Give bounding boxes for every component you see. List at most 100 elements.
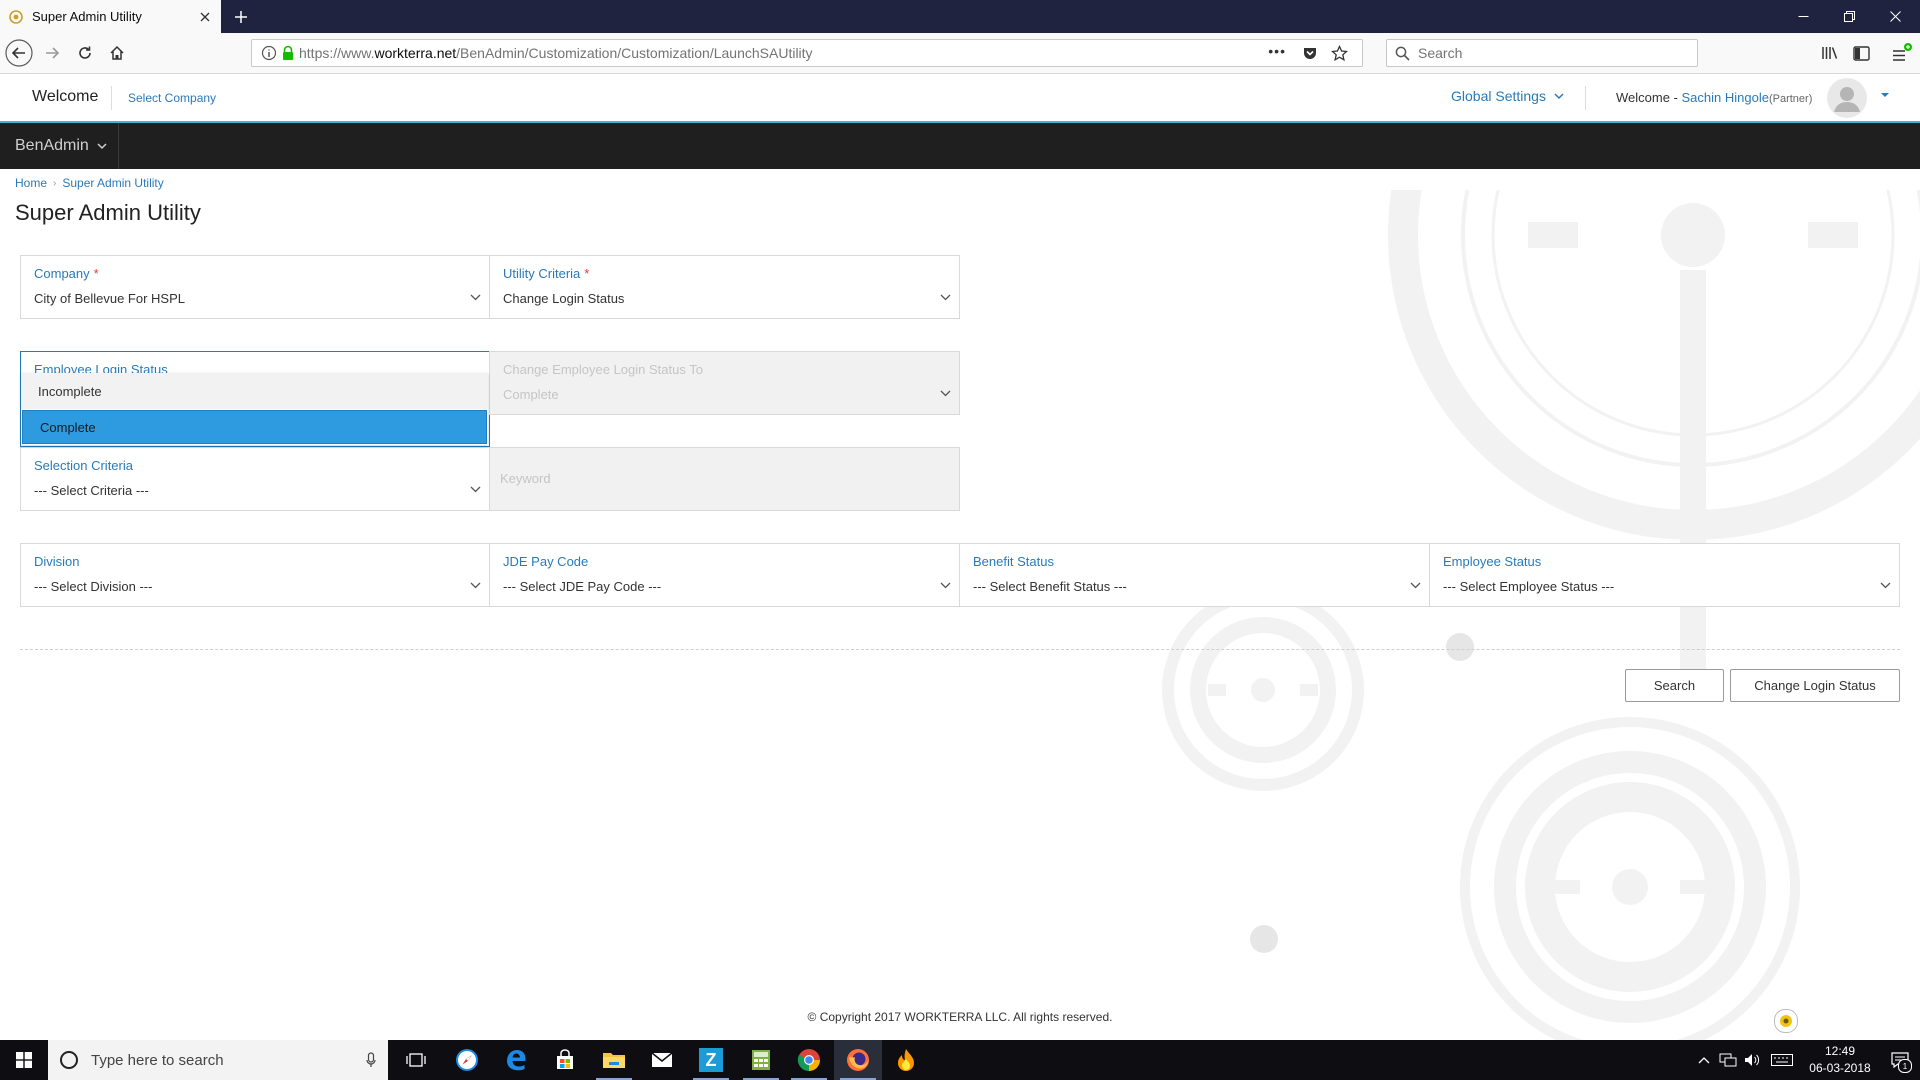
division-value: --- Select Division ---	[34, 579, 153, 594]
change-login-status-to-select: Change Employee Login Status To Complete	[489, 351, 960, 415]
user-menu-caret-icon[interactable]	[1880, 92, 1890, 98]
edge-browser-icon[interactable]	[492, 1040, 540, 1080]
breadcrumb-current-link[interactable]: Super Admin Utility	[62, 176, 163, 190]
search-icon	[1395, 46, 1410, 61]
search-button[interactable]: Search	[1625, 669, 1724, 702]
change-login-status-to-value: Complete	[503, 387, 559, 402]
chevron-down-icon	[940, 294, 951, 301]
z-app-icon[interactable]: Z	[687, 1040, 735, 1080]
user-name-link[interactable]: Sachin Hingole	[1682, 90, 1769, 105]
welcome-prefix: Welcome -	[1616, 90, 1678, 105]
window-close-icon[interactable]	[1872, 0, 1918, 33]
taskbar-clock[interactable]: 12:49 06-03-2018	[1800, 1043, 1880, 1077]
user-role: (Partner)	[1768, 93, 1813, 105]
mail-icon[interactable]	[638, 1040, 686, 1080]
change-login-status-to-label: Change Employee Login Status To	[503, 362, 703, 377]
windows-taskbar: Z 12:49 06-03-2018 1	[0, 1040, 1920, 1080]
avatar[interactable]	[1827, 78, 1867, 118]
company-select[interactable]: Company * City of Bellevue For HSPL	[20, 255, 490, 319]
taskbar-search-box[interactable]	[48, 1040, 388, 1080]
division-select[interactable]: Division --- Select Division ---	[20, 543, 490, 607]
selection-criteria-select[interactable]: Selection Criteria --- Select Criteria -…	[20, 447, 490, 511]
company-label: Company *	[34, 266, 99, 281]
login-status-option-incomplete[interactable]: Incomplete	[21, 373, 488, 409]
employee-status-select[interactable]: Employee Status --- Select Employee Stat…	[1429, 543, 1900, 607]
notification-center-icon[interactable]: 1	[1880, 1040, 1920, 1080]
url-path: /BenAdmin/Customization/Customization/La…	[456, 45, 813, 61]
chevron-down-icon	[940, 582, 951, 589]
chevron-down-icon	[97, 142, 107, 150]
site-info-icon[interactable]	[261, 45, 277, 61]
microphone-icon[interactable]	[366, 1052, 376, 1068]
forward-arrow-icon[interactable]	[37, 38, 67, 68]
selection-criteria-label: Selection Criteria	[34, 458, 133, 473]
chevron-down-icon	[470, 294, 481, 301]
login-status-option-complete[interactable]: Complete	[22, 410, 487, 444]
page-actions-menu-icon[interactable]: •••	[1268, 43, 1286, 59]
bookmark-star-icon[interactable]	[1331, 45, 1348, 62]
keyword-field[interactable]	[489, 447, 960, 511]
jde-pay-code-value: --- Select JDE Pay Code ---	[503, 579, 662, 594]
windows-start-icon[interactable]	[0, 1040, 48, 1080]
flame-app-icon[interactable]	[882, 1040, 930, 1080]
tab-close-icon[interactable]	[193, 5, 217, 29]
volume-icon[interactable]	[1740, 1040, 1764, 1080]
chat-badge-icon[interactable]	[1774, 1009, 1798, 1033]
division-label: Division	[34, 554, 80, 569]
url-prefix: https://www.	[299, 45, 375, 61]
chevron-down-icon	[1554, 92, 1564, 100]
chevron-down-icon	[1410, 582, 1421, 589]
section-divider	[20, 649, 1900, 650]
company-value: City of Bellevue For HSPL	[34, 291, 186, 306]
home-icon[interactable]	[102, 38, 132, 68]
network-icon[interactable]	[1716, 1040, 1740, 1080]
browser-tab-active[interactable]: Super Admin Utility	[0, 0, 221, 33]
site-favicon-icon	[9, 9, 23, 24]
notification-count-badge: 1	[1898, 1059, 1912, 1073]
chrome-browser-icon[interactable]	[785, 1040, 833, 1080]
select-company-link[interactable]: Select Company	[128, 91, 216, 105]
browser-search-input[interactable]	[1416, 44, 1680, 62]
employee-status-value: --- Select Employee Status ---	[1443, 579, 1615, 594]
utility-criteria-select[interactable]: Utility Criteria * Change Login Status	[489, 255, 960, 319]
breadcrumb-home-link[interactable]: Home	[15, 176, 47, 190]
library-icon[interactable]	[1816, 39, 1844, 67]
reload-icon[interactable]	[70, 38, 100, 68]
benefit-status-select[interactable]: Benefit Status --- Select Benefit Status…	[959, 543, 1430, 607]
calculator-app-icon[interactable]	[737, 1040, 785, 1080]
new-tab-plus-icon[interactable]	[228, 4, 254, 30]
jde-pay-code-select[interactable]: JDE Pay Code --- Select JDE Pay Code ---	[489, 543, 960, 607]
taskbar-search-input[interactable]	[89, 1050, 363, 1070]
browser-tabbar: Super Admin Utility	[0, 0, 1920, 33]
chevron-up-icon[interactable]	[1692, 1040, 1716, 1080]
window-restore-icon[interactable]	[1826, 0, 1872, 33]
company-label-text: Company	[34, 266, 90, 281]
task-view-icon[interactable]	[392, 1040, 440, 1080]
hamburger-menu-icon[interactable]	[1888, 39, 1916, 67]
background-watermark	[1162, 190, 1920, 1050]
file-explorer-icon[interactable]	[590, 1040, 638, 1080]
utility-criteria-value: Change Login Status	[503, 291, 625, 306]
url-text[interactable]: https://www.workterra.net/BenAdmin/Custo…	[299, 45, 813, 61]
keyword-input[interactable]	[498, 470, 942, 487]
utility-criteria-label: Utility Criteria *	[503, 266, 589, 281]
welcome-title: Welcome	[32, 88, 99, 105]
browser-search-box[interactable]	[1386, 39, 1698, 67]
address-bar[interactable]: https://www.workterra.net/BenAdmin/Custo…	[251, 39, 1363, 67]
window-minimize-icon[interactable]	[1780, 0, 1826, 33]
breadcrumb: Home › Super Admin Utility	[15, 176, 164, 190]
change-login-status-button[interactable]: Change Login Status	[1730, 669, 1900, 702]
chevron-down-icon	[1880, 582, 1891, 589]
firefox-browser-icon[interactable]	[834, 1040, 882, 1080]
employee-status-label: Employee Status	[1443, 554, 1542, 569]
store-bag-icon[interactable]	[541, 1040, 589, 1080]
global-settings-menu[interactable]: Global Settings	[1451, 88, 1564, 104]
keyboard-icon[interactable]	[1764, 1040, 1800, 1080]
safari-compass-app-icon[interactable]	[443, 1040, 491, 1080]
sidebar-toggle-icon[interactable]	[1847, 39, 1875, 67]
chevron-down-icon	[470, 486, 481, 493]
benadmin-menu[interactable]: BenAdmin	[0, 123, 119, 169]
browser-tab-title: Super Admin Utility	[32, 9, 142, 24]
back-arrow-icon[interactable]	[4, 38, 34, 68]
pocket-icon[interactable]	[1302, 45, 1318, 61]
